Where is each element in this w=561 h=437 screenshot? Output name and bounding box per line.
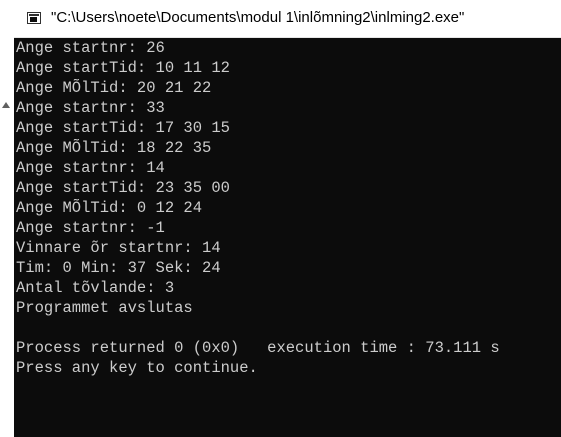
console-line: Ange MÕlTid: 18 22 35 <box>16 139 212 157</box>
console-line: Ange startTid: 17 30 15 <box>16 119 230 137</box>
console-line: Ange MÕlTid: 0 12 24 <box>16 199 203 217</box>
console-line: Vinnare õr startnr: 14 <box>16 239 221 257</box>
console-line: Ange startTid: 10 11 12 <box>16 59 230 77</box>
console-line: Tim: 0 Min: 37 Sek: 24 <box>16 259 221 277</box>
console-line: Programmet avslutas <box>16 299 193 317</box>
background-editor-strip <box>0 0 15 437</box>
console-window[interactable]: "C:\Users\noete\Documents\modul 1\inlõmn… <box>14 0 561 437</box>
console-line: Ange startnr: 14 <box>16 159 165 177</box>
console-output[interactable]: Ange startnr: 26 Ange startTid: 10 11 12… <box>16 38 561 437</box>
console-line: Ange startTid: 23 35 00 <box>16 179 230 197</box>
window-titlebar[interactable]: "C:\Users\noete\Documents\modul 1\inlõmn… <box>14 0 561 38</box>
window-title: "C:\Users\noete\Documents\modul 1\inlõmn… <box>51 9 465 26</box>
console-line: Antal tõvlande: 3 <box>16 279 175 297</box>
console-line: Ange startnr: -1 <box>16 219 165 237</box>
scroll-up-arrow-icon[interactable] <box>2 102 10 108</box>
console-line: Ange startnr: 33 <box>16 99 165 117</box>
console-line: Press any key to continue. <box>16 359 258 377</box>
console-line: Process returned 0 (0x0) execution time … <box>16 339 500 357</box>
console-line: Ange startnr: 26 <box>16 39 165 57</box>
console-line: Ange MÕlTid: 20 21 22 <box>16 79 212 97</box>
console-app-icon <box>27 12 41 24</box>
